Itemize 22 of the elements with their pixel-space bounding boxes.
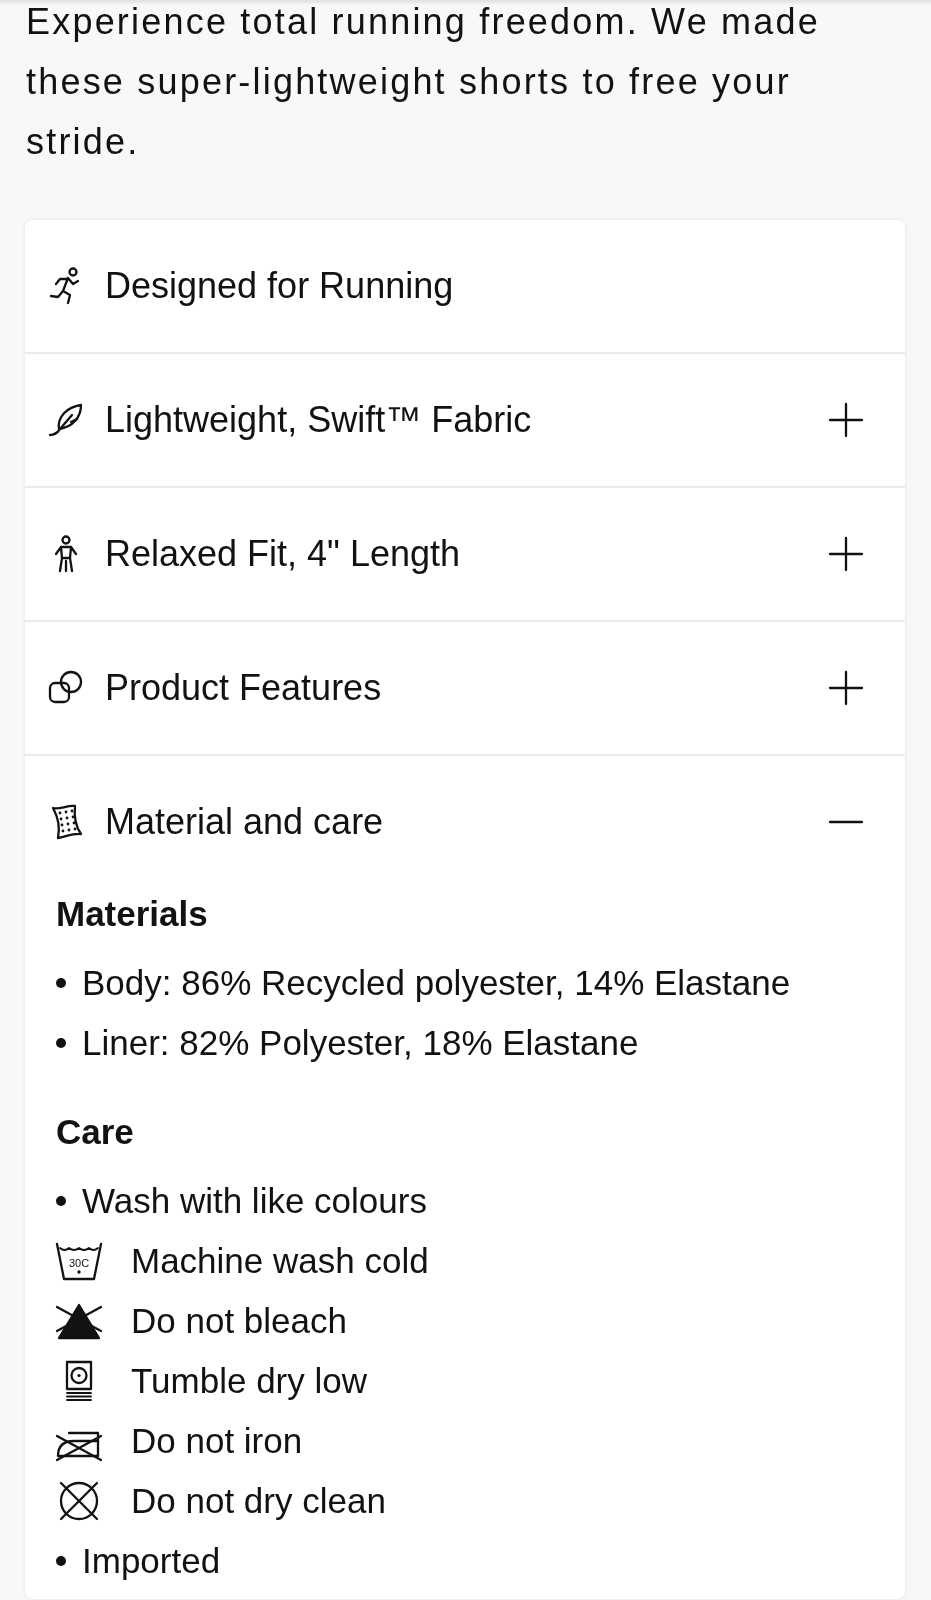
section-heading: Care (56, 1111, 135, 1153)
accordion-toggle[interactable]: Lightweight, Swift™ Fabric (25, 354, 905, 486)
section-heading: Materials (56, 893, 209, 935)
care-instruction: Tumble dry low (131, 1360, 367, 1402)
care-instruction: Do not iron (131, 1420, 303, 1462)
bullet-icon (56, 1556, 66, 1566)
bullet-icon (56, 1038, 66, 1048)
care-instruction: Do not dry clean (131, 1480, 386, 1522)
feature-title: Designed for Running (105, 265, 454, 307)
temperature-label: 30C (68, 1257, 90, 1269)
list-item: Wash with like colours (82, 1180, 427, 1222)
bullet-icon (56, 978, 66, 988)
accordion-toggle[interactable]: Product Features (25, 622, 905, 754)
list-item: Imported (82, 1540, 221, 1582)
care-instruction: Machine wash cold (131, 1240, 429, 1282)
list-item: Body: 86% Recycled polyester, 14% Elastane (82, 962, 791, 1004)
accordion-toggle[interactable]: Material and care (25, 756, 905, 888)
care-instruction: Do not bleach (131, 1300, 347, 1342)
list-item: Liner: 82% Polyester, 18% Elastane (82, 1022, 639, 1064)
bullet-icon (56, 1196, 66, 1206)
accordion-toggle[interactable]: Relaxed Fit, 4" Length (25, 488, 905, 620)
product-description: Experience total running freedom. We made these super-lightweight shorts to free your stride. (26, 0, 821, 164)
